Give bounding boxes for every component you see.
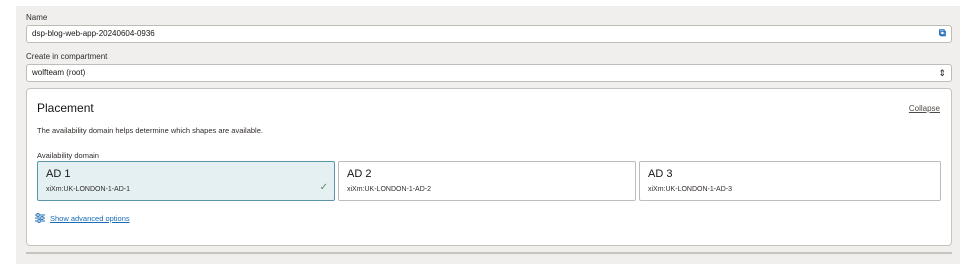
- chevron-updown-icon: ⇕: [938, 68, 946, 78]
- name-value: dsp-blog-web-app-20240604-0936: [32, 29, 155, 38]
- name-input[interactable]: dsp-blog-web-app-20240604-0936 ⧉: [26, 25, 952, 43]
- ad-tile-id: xiXm:UK-LONDON-1-AD-3: [648, 186, 733, 193]
- show-advanced-options-label: Show advanced options: [50, 213, 130, 223]
- compartment-select[interactable]: wolfteam (root) ⇕: [26, 64, 952, 82]
- ad-tile-id: xiXm:UK-LONDON-1-AD-1: [46, 186, 131, 193]
- copy-icon[interactable]: ⧉: [939, 27, 946, 41]
- compartment-label: Create in compartment: [26, 52, 108, 61]
- ad-tile-2[interactable]: AD 2 xiXm:UK-LONDON-1-AD-2: [338, 161, 636, 201]
- availability-domain-label: Availability domain: [37, 151, 99, 160]
- ad-tile-3[interactable]: AD 3 xiXm:UK-LONDON-1-AD-3: [639, 161, 941, 201]
- check-icon: ✓: [319, 182, 328, 193]
- placement-section: Placement Collapse The availability doma…: [26, 88, 952, 246]
- placement-description: The availability domain helps determine …: [37, 126, 263, 135]
- ad-tile-name: AD 3: [648, 168, 673, 180]
- ad-tile-name: AD 1: [46, 168, 71, 180]
- sliders-icon: [35, 213, 45, 225]
- next-section-edge: [26, 252, 952, 264]
- collapse-link[interactable]: Collapse: [909, 104, 940, 113]
- compartment-value: wolfteam (root): [32, 68, 86, 77]
- placement-title: Placement: [37, 101, 94, 115]
- show-advanced-options-link[interactable]: Show advanced options: [35, 213, 130, 225]
- ad-tile-1[interactable]: AD 1 xiXm:UK-LONDON-1-AD-1 ✓: [37, 161, 335, 201]
- ad-tile-id: xiXm:UK-LONDON-1-AD-2: [347, 186, 432, 193]
- name-label: Name: [26, 13, 48, 22]
- ad-tile-name: AD 2: [347, 168, 372, 180]
